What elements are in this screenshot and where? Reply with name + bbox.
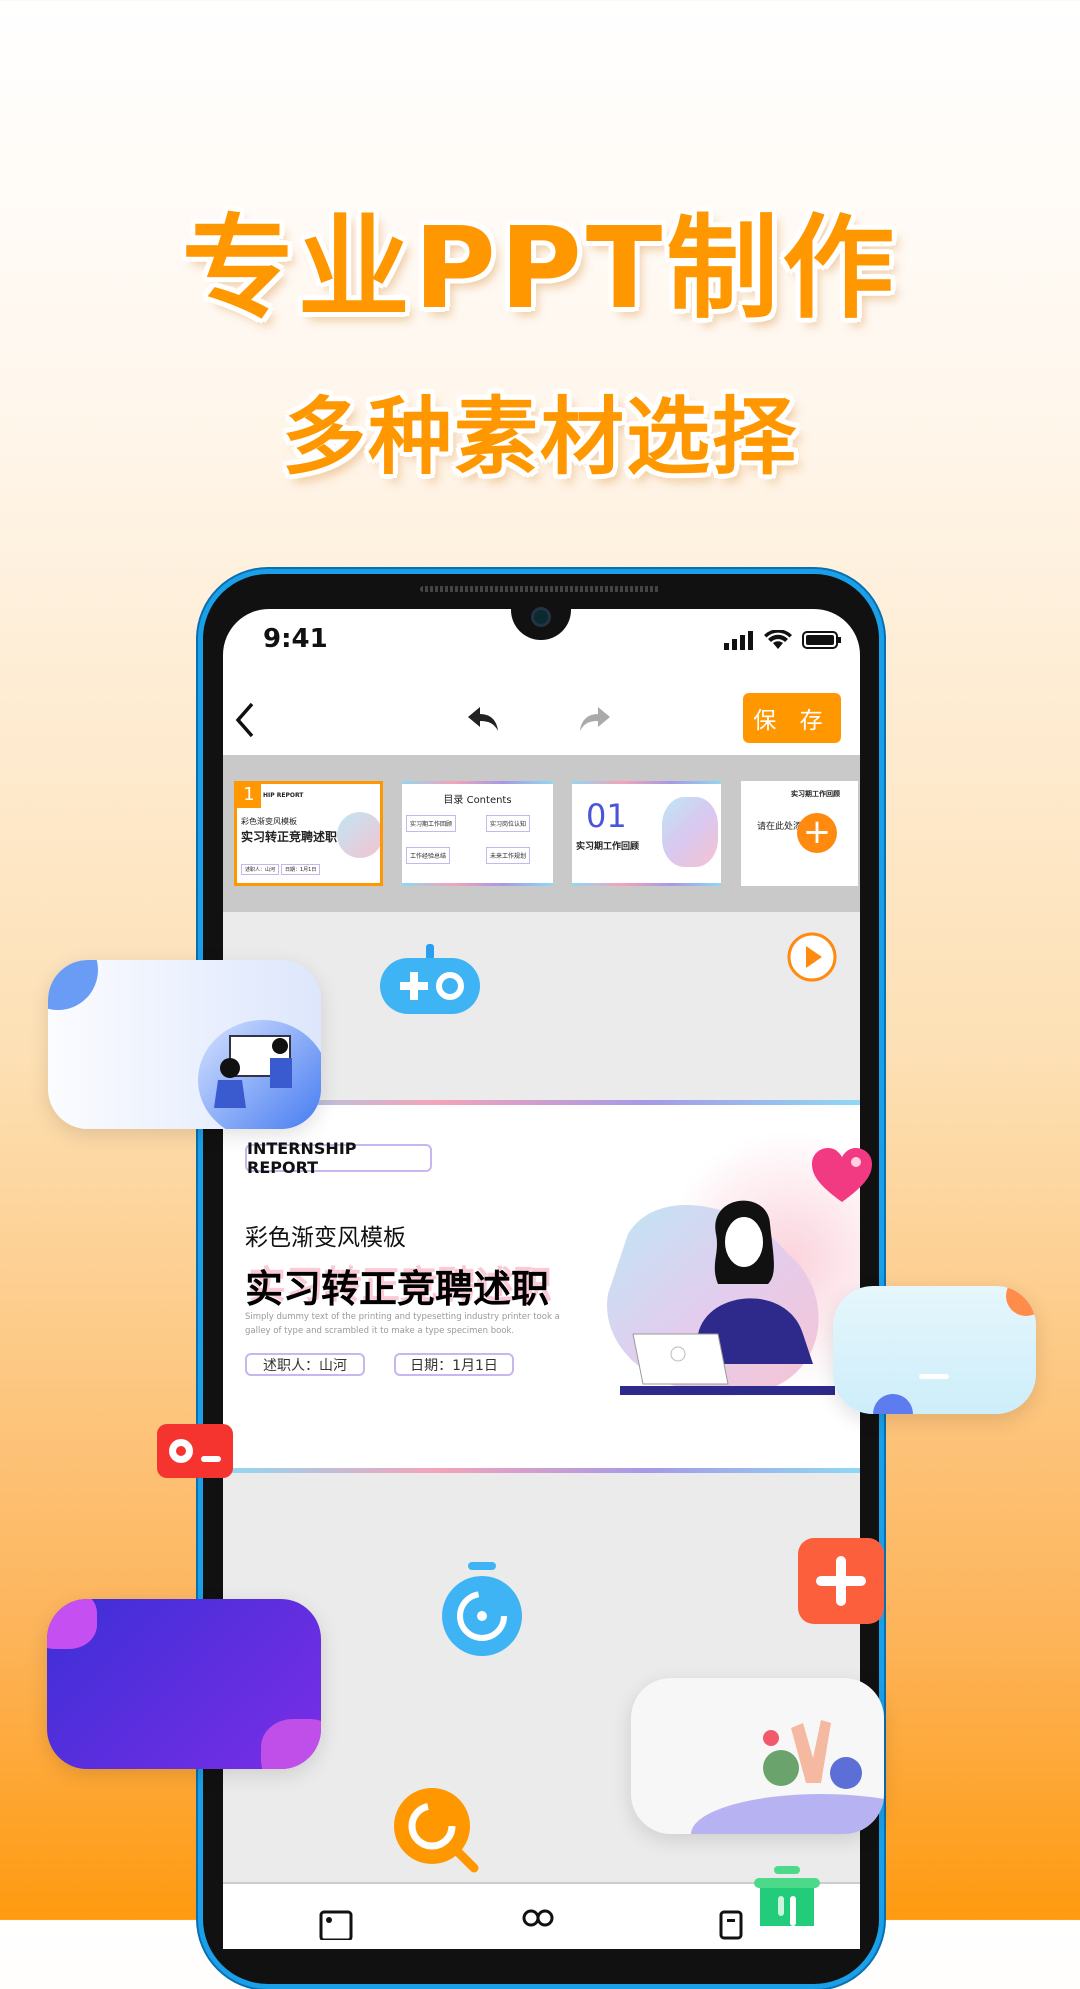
- thumb-chip: 日期：1月1日: [281, 864, 321, 875]
- thumb-illustration: [662, 797, 718, 867]
- floating-card-teamwork: [48, 960, 321, 1129]
- people-illustration: [214, 1035, 292, 1108]
- thumb-title: 实习期工作回顾: [791, 790, 840, 798]
- image-icon[interactable]: [319, 1910, 353, 1940]
- speaker-grille: [420, 586, 660, 592]
- play-button[interactable]: [786, 931, 838, 983]
- gamepad-icon: [380, 944, 480, 1014]
- thumbnail-slide-1[interactable]: 1 HIP REPORT 彩色渐变风模板 实习转正竞聘述职 述职人：山河 日期：…: [234, 781, 383, 886]
- battery-icon: [802, 631, 841, 649]
- camera-icon: [531, 607, 551, 627]
- chevron-left-icon[interactable]: [232, 700, 258, 762]
- shapes-icon[interactable]: [521, 1908, 555, 1938]
- wifi-icon: [764, 630, 792, 649]
- thumb-number: 01: [586, 797, 627, 835]
- slide-title: 实习转正竞聘述职: [245, 1267, 550, 1311]
- status-icons: [724, 630, 842, 650]
- thumb-item: 工作经验总结: [406, 847, 451, 864]
- redo-icon[interactable]: [578, 705, 612, 733]
- status-time: 9:41: [263, 624, 328, 654]
- plus-icon: [798, 1538, 884, 1624]
- thumb-illustration: [337, 812, 380, 858]
- save-button[interactable]: 保 存: [743, 693, 841, 743]
- thumb-title: 目录 Contents: [443, 795, 512, 806]
- thumb-header: HIP REPORT: [263, 792, 304, 799]
- slide-description: Simply dummy text of the printing and ty…: [245, 1312, 560, 1336]
- signal-icon: [724, 631, 753, 650]
- woman-laptop-illustration: [607, 1200, 835, 1396]
- thumb-item: 实习岗位认知: [486, 815, 531, 832]
- toggle-icon: [157, 1424, 233, 1478]
- floating-card-bubbles: [833, 1286, 1036, 1414]
- slide-tag: INTERNSHIP REPORT: [245, 1139, 432, 1177]
- trash-icon: [754, 1866, 820, 1926]
- presenter-chip: 述职人：山河: [245, 1353, 365, 1376]
- slide-canvas[interactable]: INTERNSHIP REPORT 彩色渐变风模板 实习转正竞聘述职 Simpl…: [223, 1100, 860, 1473]
- thumb-subtitle: 彩色渐变风模板: [241, 817, 297, 826]
- hero-subtitle: 多种素材选择: [281, 388, 798, 486]
- date-chip: 日期：1月1日: [394, 1353, 514, 1376]
- slide-number: 1: [237, 784, 261, 808]
- floating-card-purple: [47, 1599, 321, 1769]
- search-icon: [394, 1788, 479, 1873]
- thumb-item: 未来工作规划: [486, 847, 531, 864]
- hero-title: 专业PPT制作: [181, 204, 899, 334]
- thumb-title: 实习期工作回顾: [576, 842, 640, 852]
- slide-subtitle: 彩色渐变风模板: [245, 1225, 406, 1251]
- timer-icon: [442, 1562, 522, 1656]
- hands-illustration: [763, 1720, 862, 1789]
- thumb-chip: 述职人：山河: [241, 864, 280, 875]
- undo-icon[interactable]: [466, 705, 500, 733]
- thumb-title: 实习转正竞聘述职: [241, 830, 338, 844]
- add-slide-button[interactable]: +: [797, 813, 837, 853]
- heart-icon: [812, 1148, 872, 1202]
- text-box-icon[interactable]: [719, 1910, 743, 1940]
- thumbnail-slide-3[interactable]: 01 实习期工作回顾: [572, 781, 721, 886]
- thumb-item: 实习期工作回顾: [406, 815, 457, 832]
- floating-card-hands: [631, 1678, 884, 1834]
- thumbnail-slide-2[interactable]: 目录 Contents 实习期工作回顾 实习岗位认知 工作经验总结 未来工作规划: [402, 781, 553, 886]
- thumbnail-slide-4[interactable]: 实习期工作回顾 请在此处添加 +: [741, 781, 858, 886]
